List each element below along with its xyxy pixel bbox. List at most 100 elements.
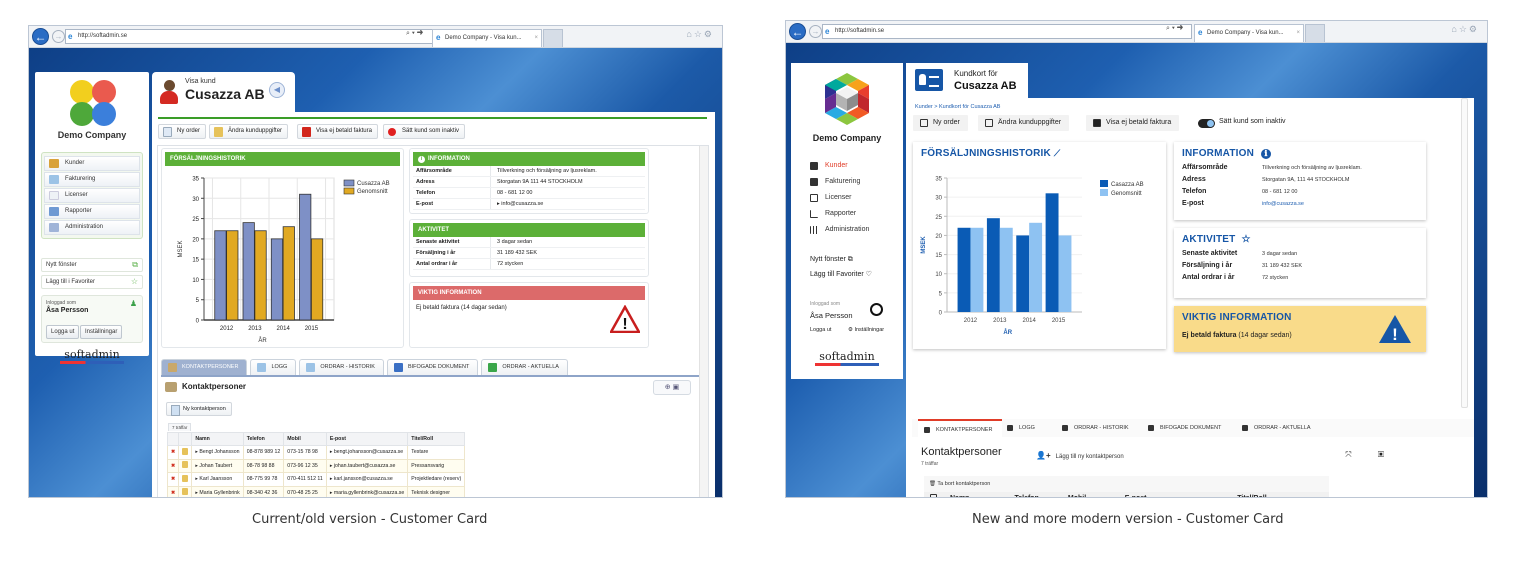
vertical-scrollbar[interactable] (1461, 98, 1468, 408)
show-unpaid-invoice-button[interactable]: Visa ej betald faktura (297, 124, 378, 139)
edit-customer-button[interactable]: Ändra kunduppgifter (209, 124, 289, 139)
email-cell[interactable]: ▸ bengt.johansson@cusazza.se (325, 445, 409, 460)
folder-icon[interactable] (182, 447, 189, 455)
delete-cell[interactable]: ✖ (166, 485, 180, 497)
folder-icon[interactable] (182, 488, 189, 496)
tab-kontaktpersoner[interactable]: KONTAKTPERSONER (918, 419, 1002, 437)
inactive-toggle[interactable] (1198, 119, 1215, 128)
sidebar-item-kunder[interactable]: Kunder (44, 156, 140, 171)
scroll-container[interactable]: FÖRSÄLJNINGSHISTORIK 0 5 10 15 20 25 30 35 2012 2… (157, 145, 709, 497)
kv-value[interactable]: info@cusazza.se (1262, 200, 1304, 209)
panel-tools[interactable]: ⤧ ▣ (1345, 450, 1396, 460)
edit-cell[interactable] (178, 472, 193, 487)
panel-tools[interactable]: ⊕ ▣ (653, 380, 691, 395)
logout-button[interactable]: Logga ut (46, 325, 80, 339)
search-icon[interactable]: ⌕ ▾ ➜ (406, 30, 423, 38)
name-cell[interactable]: ▸ Johan Taubert (191, 458, 244, 473)
column-header[interactable]: Mobil (283, 432, 327, 446)
sidebar-item-administration[interactable]: Administration (810, 225, 869, 235)
sidebar-item-rapporter[interactable]: Rapporter (44, 204, 140, 219)
delete-icon[interactable]: ✖ (171, 463, 175, 469)
column-header[interactable]: Titel/Roll (407, 432, 466, 446)
new-window-link[interactable]: Nytt fönster ⧉ (41, 258, 143, 272)
email-cell[interactable]: ▸ johan.taubert@cusazza.se (325, 458, 409, 473)
add-contact-button[interactable]: 👤+ Lägg till ny kontaktperson (1036, 451, 1124, 460)
table-row[interactable]: ✖ ▸ Johan Taubert 08-78 98 88 073-96 12 35 ▸… (166, 458, 466, 473)
tab-ordrar-aktuella[interactable]: ORDRAR - AKTUELLA (481, 359, 568, 375)
back-arrow-icon[interactable]: ◀ (269, 82, 285, 98)
delete-icon[interactable]: ✖ (171, 490, 175, 496)
set-inactive-button[interactable]: Sätt kund som inaktiv (383, 124, 466, 139)
sidebar-item-fakturering[interactable]: Fakturering (44, 172, 140, 187)
new-contact-button[interactable]: Ny kontaktperson (166, 402, 232, 416)
kv-value[interactable]: ▸ info@cusazza.se (491, 199, 543, 209)
delete-contact-button[interactable]: 🗑 Ta bort kontaktperson (929, 481, 990, 487)
back-button[interactable]: ← (789, 23, 806, 40)
browser-tab[interactable]: Demo Company - Visa kun... × (1194, 24, 1304, 42)
email-cell[interactable]: ▸ maria.gyllenbrink@cusazza.se (325, 485, 409, 497)
back-button[interactable]: ← (32, 28, 49, 45)
toolbar-icons[interactable]: ⌂☆⚙ (686, 29, 714, 40)
new-order-button[interactable]: Ny order (158, 124, 207, 139)
column-header[interactable] (178, 432, 193, 446)
new-window-link[interactable]: Nytt fönster ⧉ (810, 256, 853, 264)
sidebar-item-fakturering[interactable]: Fakturering (810, 177, 860, 187)
user-icon[interactable] (870, 303, 883, 316)
column-header[interactable]: E-post (325, 432, 409, 446)
column-header[interactable]: Namn (191, 432, 244, 446)
delete-cell[interactable]: ✖ (166, 445, 180, 460)
name-cell[interactable]: ▸ Maria Gyllenbrink (191, 485, 244, 497)
settings-button[interactable]: Inställningar (80, 325, 123, 339)
vertical-scrollbar[interactable] (699, 146, 708, 497)
delete-cell[interactable]: ✖ (166, 458, 180, 473)
tab-logg[interactable]: LOGG (1007, 419, 1035, 437)
table-row[interactable]: ✖ ▸ Bengt Johansson 08-878 989 12 073-15 78… (166, 445, 466, 460)
tab-ordrar-historik[interactable]: ORDRAR - HISTORIK (299, 359, 384, 375)
forward-button[interactable]: → (52, 30, 65, 43)
sidebar-item-licenser[interactable]: Licenser (810, 193, 851, 203)
add-favorite-link[interactable]: Lägg till i Favoriter ☆ (41, 275, 143, 289)
forward-button[interactable]: → (809, 25, 822, 38)
sidebar-item-kunder[interactable]: Kunder (810, 161, 848, 171)
edit-cell[interactable] (178, 458, 193, 473)
name-cell[interactable]: ▸ Karl Jaansson (191, 472, 244, 487)
search-icon[interactable]: ⌕ ▾ ➜ (1166, 25, 1183, 33)
breadcrumb[interactable]: Kunder > Kundkort för Cusazza AB (915, 104, 1000, 110)
edit-cell[interactable] (178, 445, 193, 460)
sidebar-item-administration[interactable]: Administration (44, 220, 140, 235)
settings-link[interactable]: ⚙ Inställningar (848, 327, 884, 333)
table-row[interactable]: ✖ ▸ Karl Jaansson 08-775 99 78 070-411 512 … (166, 472, 466, 487)
tab-ordrar-aktuella[interactable]: ORDRAR - AKTUELLA (1242, 419, 1311, 437)
add-favorite-link[interactable]: Lägg till Favoriter ♡ (810, 270, 872, 278)
edit-customer-button[interactable]: Ändra kunduppgifter (978, 115, 1070, 131)
column-header[interactable] (924, 492, 950, 497)
select-all-checkbox[interactable] (930, 493, 937, 497)
column-header[interactable] (166, 432, 180, 446)
tab-ordrar-historik[interactable]: ORDRAR - HISTORIK (1062, 419, 1129, 437)
show-unpaid-invoice-button[interactable]: Visa ej betald faktura (1086, 115, 1180, 131)
tab-kontaktpersoner[interactable]: KONTAKTPERSONER (161, 359, 248, 375)
delete-cell[interactable]: ✖ (166, 472, 180, 487)
table-row[interactable]: ✖ ▸ Maria Gyllenbrink 08-340 42 36 070-48 2… (166, 485, 466, 497)
logout-link[interactable]: Logga ut (810, 327, 831, 333)
address-bar[interactable]: http://softadmin.se (65, 29, 435, 44)
tab-bifogade-dokument[interactable]: BIFOGADE DOKUMENT (1148, 419, 1221, 437)
new-tab-button[interactable] (543, 29, 563, 47)
sidebar-item-licenser[interactable]: Licenser (44, 188, 140, 203)
name-cell[interactable]: ▸ Bengt Johansson (191, 445, 244, 460)
folder-icon[interactable] (182, 474, 189, 482)
close-icon[interactable]: × (534, 30, 538, 46)
new-tab-button[interactable] (1305, 24, 1325, 42)
sidebar-item-rapporter[interactable]: Rapporter (810, 209, 856, 219)
delete-icon[interactable]: ✖ (171, 449, 175, 455)
tab-bifogade-dokument[interactable]: BIFOGADE DOKUMENT (386, 359, 479, 375)
email-cell[interactable]: ▸ karl.jansson@cusazza.se (325, 472, 409, 487)
tab-logg[interactable]: LOGG (250, 359, 297, 375)
column-header[interactable]: Telefon (242, 432, 285, 446)
delete-icon[interactable]: ✖ (171, 476, 175, 482)
browser-tab[interactable]: Demo Company - Visa kun... × (432, 29, 542, 47)
new-order-button[interactable]: Ny order (913, 115, 968, 131)
address-bar[interactable]: http://softadmin.se (822, 24, 1192, 39)
close-icon[interactable]: × (1296, 25, 1300, 41)
folder-icon[interactable] (182, 461, 189, 469)
